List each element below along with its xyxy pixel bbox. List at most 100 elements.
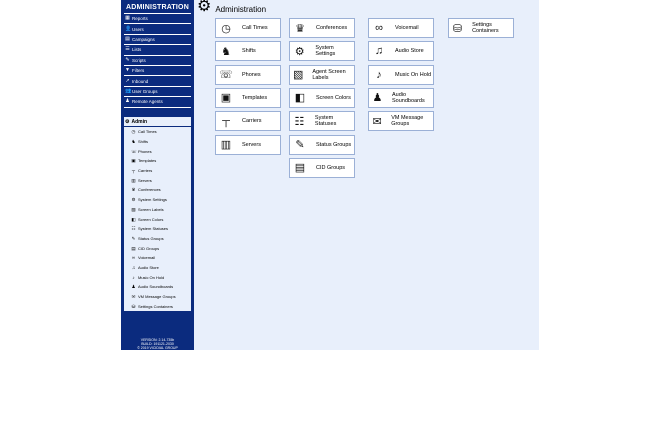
audio-store-icon: ♫ <box>374 45 384 58</box>
conferences-icon: ♛ <box>131 187 136 193</box>
voicemail-icon: ∞ <box>131 255 136 261</box>
screen-colors-icon: ◧ <box>131 216 136 222</box>
card-settings-containers[interactable]: ⛁ Settings Containers <box>448 18 514 38</box>
sidebar-nav: ▦ Reports 👤 Users ▤ Campaigns ☰ Lists ✎ Scripts ▼ F… <box>124 14 191 108</box>
sidebar-item-filters[interactable]: ▼ Filters <box>124 66 191 77</box>
card-screen-colors[interactable]: ◧ Screen Colors <box>289 87 355 108</box>
submenu-item-vm-message-groups[interactable]: ✉ VM Message Groups <box>124 292 191 302</box>
submenu-item-label: Servers <box>138 177 152 183</box>
card-phones[interactable]: ☏ Phones <box>215 64 281 85</box>
card-system-statuses[interactable]: ☷ System Statuses <box>289 111 355 132</box>
submenu-item-shifts[interactable]: ♞ Shifts <box>124 137 191 147</box>
submenu-item-system-settings[interactable]: ⚙ System Settings <box>124 195 191 205</box>
sidebar-item-admin[interactable]: ⚙ Admin <box>124 117 191 126</box>
carriers-icon: ┬ <box>131 168 136 174</box>
card-label: Carriers <box>242 118 262 125</box>
submenu-item-label: Music On Hold <box>138 274 165 280</box>
audio-soundboards-icon: ♟ <box>131 284 136 290</box>
card-label: System Statuses <box>314 115 337 128</box>
card-conferences[interactable]: ♛ Conferences <box>289 18 355 38</box>
sidebar-item-campaigns[interactable]: ▤ Campaigns <box>124 35 191 46</box>
card-cid-groups[interactable]: ▤ CID Groups <box>289 157 355 178</box>
card-audio-soundboards[interactable]: ♟ Audio Soundboards <box>368 87 434 108</box>
version-info: VERSION: 2.14-735b BUILD: 191121-2030 © 20… <box>121 338 194 350</box>
voicemail-icon: ∞ <box>375 22 383 34</box>
card-agent-screen-labels[interactable]: ▧ Agent Screen Labels <box>289 64 355 85</box>
system-settings-icon: ⚙ <box>131 197 136 203</box>
servers-icon: ▥ <box>131 177 136 183</box>
card-servers[interactable]: ▥ Servers <box>215 134 281 155</box>
card-label: Servers <box>242 141 261 148</box>
submenu-item-label: Shifts <box>138 139 149 145</box>
card-system-settings[interactable]: ⚙ System Settings <box>289 41 355 62</box>
status-groups-icon: ✎ <box>131 235 136 241</box>
agent-screen-labels-icon: ▧ <box>292 69 304 82</box>
users-icon: 👤 <box>125 25 132 32</box>
gear-icon: ⚙ <box>125 118 130 125</box>
submenu-item-system-statuses[interactable]: ☷ System Statuses <box>124 224 191 234</box>
sidebar-item-remote-agents[interactable]: ♟ Remote Agents <box>124 97 191 108</box>
sidebar-item-label: User Groups <box>132 88 158 94</box>
campaigns-icon: ▤ <box>125 35 130 42</box>
card-shifts[interactable]: ♞ Shifts <box>215 41 281 62</box>
card-label: System Settings <box>315 45 336 58</box>
submenu-item-settings-containers[interactable]: ⛁ Settings Containers <box>124 301 191 311</box>
submenu-item-phones[interactable]: ☏ Phones <box>124 146 191 156</box>
inbound-icon: ↗ <box>125 77 130 84</box>
sidebar-item-label: Users <box>132 26 144 32</box>
submenu-item-label: Phones <box>138 148 152 154</box>
submenu-item-music-on-hold[interactable]: ♪ Music On Hold <box>124 272 191 282</box>
conferences-icon: ♛ <box>295 22 305 35</box>
submenu-item-screen-labels[interactable]: ▧ Screen Labels <box>124 205 191 215</box>
sidebar-admin-label: Admin <box>131 118 148 125</box>
sidebar-item-user-groups[interactable]: 👥 User Groups <box>124 87 191 98</box>
sidebar-item-lists[interactable]: ☰ Lists <box>124 45 191 56</box>
submenu-item-templates[interactable]: ▣ Templates <box>124 156 191 166</box>
scripts-icon: ✎ <box>125 56 130 63</box>
submenu-item-carriers[interactable]: ┬ Carriers <box>124 166 191 176</box>
card-label: Voicemail <box>395 25 419 31</box>
card-voicemail[interactable]: ∞ Voicemail <box>368 18 434 38</box>
reports-icon: ▦ <box>125 15 130 22</box>
submenu-item-cid-groups[interactable]: ▤ CID Groups <box>124 243 191 253</box>
card-label: Music On Hold <box>395 71 432 78</box>
sidebar-item-users[interactable]: 👤 Users <box>124 24 191 35</box>
card-music-on-hold[interactable]: ♪ Music On Hold <box>368 64 434 85</box>
card-label: CID Groups <box>316 164 346 171</box>
sidebar-item-inbound[interactable]: ↗ Inbound <box>124 76 191 87</box>
shifts-icon: ♞ <box>221 45 231 58</box>
submenu-item-servers[interactable]: ▥ Servers <box>124 175 191 185</box>
submenu-item-label: Screen Labels <box>138 206 164 212</box>
submenu-item-voicemail[interactable]: ∞ Voicemail <box>124 253 191 263</box>
card-carriers[interactable]: ┬ Carriers <box>215 111 281 132</box>
submenu-item-status-groups[interactable]: ✎ Status Groups <box>124 234 191 244</box>
card-templates[interactable]: ▣ Templates <box>215 87 281 108</box>
audio-soundboards-icon: ♟ <box>372 92 383 105</box>
system-statuses-icon: ☷ <box>131 226 136 232</box>
card-call-times[interactable]: ◷ Call Times <box>215 18 281 38</box>
admin-submenu: ◷ Call Times ♞ Shifts ☏ Phones ▣ Templates ┬ Carr… <box>124 127 191 311</box>
submenu-item-audio-store[interactable]: ♫ Audio Store <box>124 263 191 273</box>
submenu-item-conferences[interactable]: ♛ Conferences <box>124 185 191 195</box>
phones-icon: ☏ <box>219 69 233 82</box>
card-vm-message-groups[interactable]: ✉ VM Message Groups <box>368 111 434 132</box>
sidebar-item-reports[interactable]: ▦ Reports <box>124 14 191 25</box>
settings-containers-icon: ⛁ <box>131 303 136 309</box>
card-label: Templates <box>242 94 268 101</box>
vm-message-groups-icon: ✉ <box>372 115 382 128</box>
cid-groups-icon: ▤ <box>294 162 306 175</box>
sidebar-item-scripts[interactable]: ✎ Scripts <box>124 56 191 66</box>
screen-colors-icon: ◧ <box>294 92 306 105</box>
submenu-item-call-times[interactable]: ◷ Call Times <box>124 127 191 137</box>
card-label: Status Groups <box>316 141 352 148</box>
submenu-item-label: Voicemail <box>138 255 156 261</box>
sidebar-item-label: Remote Agents <box>132 99 163 105</box>
lists-icon: ☰ <box>125 46 130 53</box>
card-audio-store[interactable]: ♫ Audio Store <box>368 41 434 62</box>
submenu-item-audio-soundboards[interactable]: ♟ Audio Soundboards <box>124 282 191 292</box>
submenu-item-screen-colors[interactable]: ◧ Screen Colors <box>124 214 191 224</box>
card-status-groups[interactable]: ✎ Status Groups <box>289 134 355 155</box>
settings-containers-icon: ⛁ <box>452 22 463 35</box>
submenu-item-label: Screen Colors <box>138 216 164 222</box>
submenu-item-label: Templates <box>138 158 157 164</box>
